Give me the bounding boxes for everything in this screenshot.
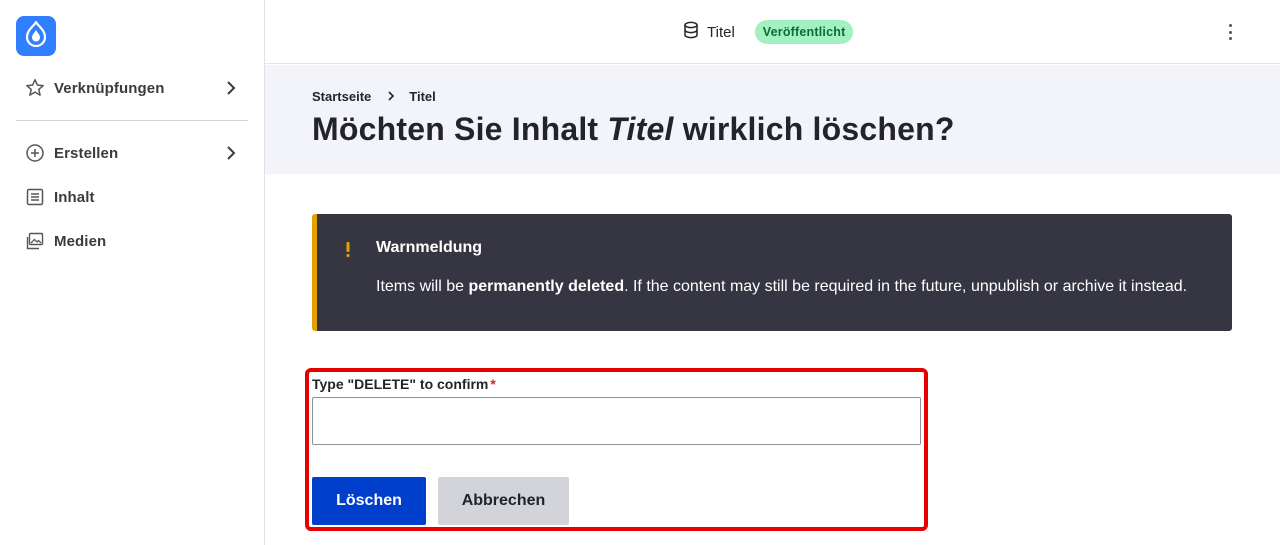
star-icon bbox=[24, 77, 46, 99]
sidebar-item-verknuepfungen[interactable]: Verknüpfungen bbox=[16, 68, 248, 108]
sidebar-item-medien[interactable]: Medien bbox=[16, 221, 248, 261]
exclamation-icon bbox=[343, 240, 353, 260]
page-title: Möchten Sie Inhalt Titel wirklich lösche… bbox=[312, 111, 955, 148]
warning-message: Warnmeldung Items will be permanently de… bbox=[312, 214, 1232, 331]
drupal-logo[interactable] bbox=[16, 16, 56, 56]
sidebar: Verknüpfungen Erstellen Inhalt Medien bbox=[0, 0, 265, 545]
chevron-right-icon bbox=[222, 144, 240, 167]
status-badge: Veröffentlicht bbox=[754, 20, 854, 44]
breadcrumb-current[interactable]: Titel bbox=[409, 89, 436, 104]
page-title-suffix: wirklich löschen? bbox=[682, 111, 955, 147]
sidebar-item-label: Erstellen bbox=[54, 144, 119, 162]
chevron-right-icon bbox=[387, 89, 395, 104]
more-actions-icon[interactable] bbox=[1224, 22, 1236, 42]
sidebar-item-erstellen[interactable]: Erstellen bbox=[16, 133, 248, 173]
required-marker: * bbox=[490, 376, 496, 392]
sidebar-item-label: Verknüpfungen bbox=[54, 79, 165, 97]
image-icon bbox=[24, 230, 46, 252]
database-icon bbox=[683, 21, 699, 44]
breadcrumb-home-link[interactable]: Startseite bbox=[312, 89, 371, 104]
delete-button[interactable]: Löschen bbox=[312, 477, 426, 525]
sidebar-item-label: Inhalt bbox=[54, 188, 95, 206]
list-icon bbox=[24, 186, 46, 208]
entity-info: Titel Veröffentlicht bbox=[683, 20, 854, 44]
confirm-label-text: Type "DELETE" to confirm bbox=[312, 376, 489, 392]
page-title-prefix: Möchten Sie Inhalt bbox=[312, 111, 599, 147]
page-header: Startseite Titel Möchten Sie Inhalt Tite… bbox=[265, 65, 1280, 174]
drupal-drop-icon bbox=[25, 19, 47, 52]
plus-circle-icon bbox=[24, 142, 46, 164]
warning-text-after: . If the content may still be required i… bbox=[624, 278, 1188, 295]
sidebar-divider bbox=[16, 120, 248, 121]
sidebar-item-label: Medien bbox=[54, 232, 107, 250]
confirm-field-label: Type "DELETE" to confirm * bbox=[312, 376, 496, 392]
warning-title: Warnmeldung bbox=[376, 239, 483, 256]
top-bar: Titel Veröffentlicht bbox=[265, 0, 1280, 64]
chevron-right-icon bbox=[222, 79, 240, 102]
breadcrumb: Startseite Titel bbox=[312, 89, 436, 104]
confirm-delete-input[interactable] bbox=[312, 397, 921, 445]
cancel-button[interactable]: Abbrechen bbox=[438, 477, 569, 525]
warning-text-bold: permanently deleted bbox=[468, 278, 625, 295]
entity-title: Titel bbox=[707, 23, 735, 41]
page-title-entity: Titel bbox=[607, 111, 674, 147]
warning-text-before: Items will be bbox=[376, 278, 465, 295]
sidebar-item-inhalt[interactable]: Inhalt bbox=[16, 177, 248, 217]
warning-text: Items will be permanently deleted. If th… bbox=[376, 278, 1187, 296]
